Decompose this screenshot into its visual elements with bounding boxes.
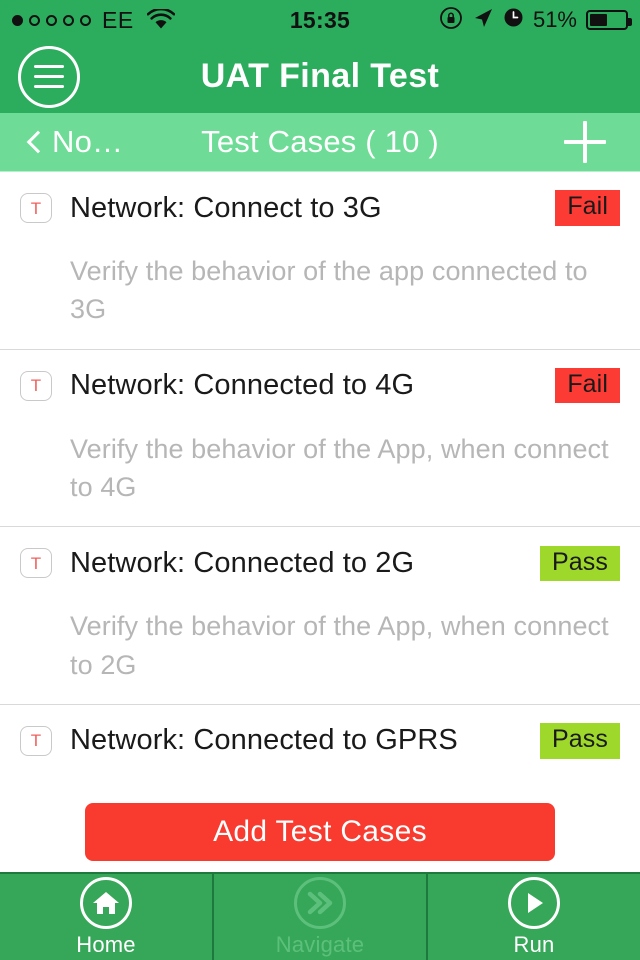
page-title: UAT Final Test [200,57,440,95]
test-type-icon: T [20,725,52,756]
test-type-icon: T [20,548,52,579]
hamburger-menu-icon[interactable] [18,45,80,108]
list-item-title: Network: Connected to 4G [70,369,415,402]
list-item[interactable]: T Network: Connect to 3G Fail Verify the… [0,172,640,350]
list-item-header: T Network: Connected to 4G Fail [20,364,620,408]
status-badge: Fail [555,190,620,226]
add-test-cases-bar: Add Test Cases [0,792,640,872]
status-badge: Pass [540,723,620,759]
rotation-lock-icon [439,6,463,35]
carrier-name: EE [102,6,134,33]
home-icon [80,876,132,929]
sub-navigation-bar: No… Test Cases ( 10 ) [0,113,640,172]
chevron-left-icon [26,130,50,154]
back-button-label: No… [52,124,124,159]
tab-run[interactable]: Run [426,874,640,960]
signal-strength-icon [12,14,91,26]
status-bar-right: 51% [439,6,632,35]
tab-navigate-label: Navigate [275,931,365,957]
status-bar-left: EE [12,7,175,34]
test-type-icon: T [20,193,52,223]
tab-home[interactable]: Home [0,874,212,960]
tab-home-label: Home [76,931,136,957]
list-item-header: T Network: Connected to GPRS Pass [20,719,620,763]
list-item-title: Network: Connected to GPRS [70,724,458,757]
app-screen: EE 15:35 51% UAT Final Test No… Test Cas… [0,0,640,960]
list-item-description: Verify the behavior of the app connected… [70,256,588,325]
list-item-title: Network: Connected to 2G [70,546,415,579]
tab-navigate[interactable]: Navigate [212,874,426,960]
battery-percentage: 51% [532,7,577,32]
wifi-icon [146,9,175,31]
double-chevron-right-icon [294,876,346,929]
list-item[interactable]: T Network: Connected to 2G Pass Verify t… [0,527,640,705]
tab-run-label: Run [513,931,555,957]
status-badge: Fail [555,367,620,404]
location-arrow-icon [472,7,494,34]
play-icon [508,876,560,929]
list-item-header: T Network: Connect to 3G Fail [20,186,620,230]
back-button[interactable]: No… [26,124,124,160]
alarm-clock-icon [503,7,524,33]
add-test-cases-button[interactable]: Add Test Cases [85,803,555,861]
list-item-description: Verify the behavior of the App, when con… [70,433,609,502]
bottom-tab-bar: Home Navigate Run [0,872,640,960]
list-item-description: Verify the behavior of the App, when con… [70,611,609,680]
status-bar: EE 15:35 51% [0,0,640,40]
list-item-title: Network: Connect to 3G [70,191,382,224]
plus-icon[interactable] [564,121,606,163]
test-type-icon: T [20,370,52,401]
list-item-header: T Network: Connected to 2G Pass [20,541,620,585]
title-bar: UAT Final Test [0,40,640,113]
status-badge: Pass [540,545,620,582]
list-item[interactable]: T Network: Connected to 4G Fail Verify t… [0,349,640,528]
battery-icon [586,10,632,30]
